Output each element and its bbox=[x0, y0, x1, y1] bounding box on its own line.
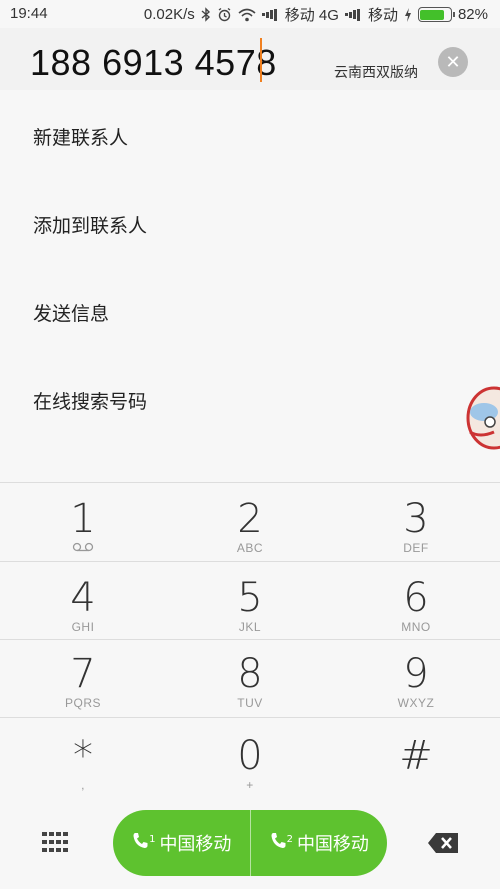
key-letters: GHI bbox=[71, 620, 95, 634]
key-digit: # bbox=[399, 733, 433, 779]
call-buttons: 1 中国移动 2 中国移动 bbox=[113, 810, 387, 876]
key-hash[interactable]: # bbox=[333, 736, 499, 778]
dialpad: 1 2 ABC 3 DEF 4 GHI 5 JKL 6 MNO 7 PQRS 8… bbox=[0, 482, 500, 800]
phone-icon bbox=[269, 831, 289, 856]
key-digit: 2 bbox=[237, 496, 263, 542]
key-digit: 0 bbox=[237, 733, 263, 779]
status-icons: 0.02K/s 移动 4G 移动 82% bbox=[144, 4, 488, 25]
key-7[interactable]: 7 PQRS bbox=[0, 654, 166, 710]
key-1[interactable]: 1 bbox=[0, 499, 166, 555]
key-digit: 3 bbox=[403, 496, 429, 542]
add-to-contact-action[interactable]: 添加到联系人 bbox=[33, 211, 147, 238]
sim-index: 2 bbox=[286, 833, 293, 845]
status-time: 19:44 bbox=[10, 5, 48, 22]
key-digit: 5 bbox=[237, 575, 263, 621]
clear-button[interactable]: ✕ bbox=[438, 47, 468, 77]
signal-icon bbox=[344, 8, 360, 21]
key-letters: PQRS bbox=[64, 696, 101, 710]
dialpad-icon[interactable] bbox=[42, 832, 68, 854]
key-letters: ABC bbox=[236, 541, 264, 555]
battery-icon bbox=[417, 7, 455, 22]
key-letters: WXYZ bbox=[397, 696, 435, 710]
key-digit: 7 bbox=[70, 651, 96, 697]
alarm-icon bbox=[217, 7, 232, 22]
key-2[interactable]: 2 ABC bbox=[167, 499, 333, 555]
battery-fill bbox=[420, 9, 445, 20]
carrier-2: 移动 bbox=[367, 7, 398, 24]
new-contact-action[interactable]: 新建联系人 bbox=[33, 123, 128, 150]
action-list: 新建联系人 添加到联系人 发送信息 在线搜索号码 bbox=[0, 90, 500, 482]
dialpad-row: 1 2 ABC 3 DEF bbox=[0, 483, 500, 562]
phone-icon bbox=[131, 831, 151, 856]
dialpad-row: 4 GHI 5 JKL 6 MNO bbox=[0, 562, 500, 640]
key-letters: + bbox=[246, 778, 254, 792]
number-bar: 188 6913 4578 云南西双版纳 ✕ bbox=[0, 28, 500, 90]
key-4[interactable]: 4 GHI bbox=[0, 578, 166, 634]
key-digit: 6 bbox=[403, 575, 429, 621]
key-star[interactable]: * , bbox=[0, 736, 166, 792]
status-bar: 19:44 0.02K/s 移动 4G 移动 82% bbox=[0, 0, 500, 28]
key-letters: JKL bbox=[238, 620, 262, 634]
sim1-label: 中国移动 bbox=[159, 834, 232, 855]
voicemail-icon bbox=[0, 541, 166, 555]
key-6[interactable]: 6 MNO bbox=[333, 578, 499, 634]
key-digit: 1 bbox=[70, 496, 96, 542]
key-8[interactable]: 8 TUV bbox=[167, 654, 333, 710]
key-digit: 9 bbox=[403, 651, 429, 697]
key-letters: , bbox=[81, 778, 85, 792]
number-location: 云南西双版纳 bbox=[334, 65, 418, 81]
charging-icon bbox=[404, 7, 412, 22]
key-letters: TUV bbox=[237, 696, 263, 710]
key-0[interactable]: 0 + bbox=[167, 736, 333, 792]
bluetooth-icon bbox=[201, 7, 211, 22]
text-caret bbox=[260, 38, 262, 82]
search-number-online-action[interactable]: 在线搜索号码 bbox=[33, 387, 147, 414]
battery-percent: 82% bbox=[457, 6, 488, 23]
dialed-number[interactable]: 188 6913 4578 bbox=[30, 42, 277, 84]
key-letters: DEF bbox=[403, 541, 429, 555]
network-speed: 0.02K/s bbox=[143, 6, 195, 23]
dialpad-row: * , 0 + # bbox=[0, 718, 500, 801]
sim-index: 1 bbox=[149, 833, 156, 845]
send-message-action[interactable]: 发送信息 bbox=[33, 299, 109, 326]
key-5[interactable]: 5 JKL bbox=[167, 578, 333, 634]
dialpad-row: 7 PQRS 8 TUV 9 WXYZ bbox=[0, 640, 500, 718]
wifi-icon bbox=[238, 8, 256, 22]
sim2-label: 中国移动 bbox=[296, 834, 369, 855]
key-digit: 8 bbox=[237, 651, 263, 697]
close-icon: ✕ bbox=[445, 51, 461, 73]
key-digit: 4 bbox=[70, 575, 96, 621]
backspace-icon[interactable] bbox=[428, 833, 458, 853]
call-bar: 1 中国移动 2 中国移动 bbox=[0, 800, 500, 889]
key-3[interactable]: 3 DEF bbox=[333, 499, 499, 555]
floating-assistant-icon[interactable] bbox=[466, 382, 500, 454]
signal-icon bbox=[261, 8, 277, 21]
call-sim1-button[interactable]: 1 中国移动 bbox=[113, 810, 251, 876]
key-letters: MNO bbox=[401, 620, 431, 634]
key-9[interactable]: 9 WXYZ bbox=[333, 654, 499, 710]
call-sim2-button[interactable]: 2 中国移动 bbox=[251, 810, 388, 876]
key-digit: * bbox=[73, 733, 93, 779]
carrier-1: 移动 4G bbox=[284, 7, 339, 24]
